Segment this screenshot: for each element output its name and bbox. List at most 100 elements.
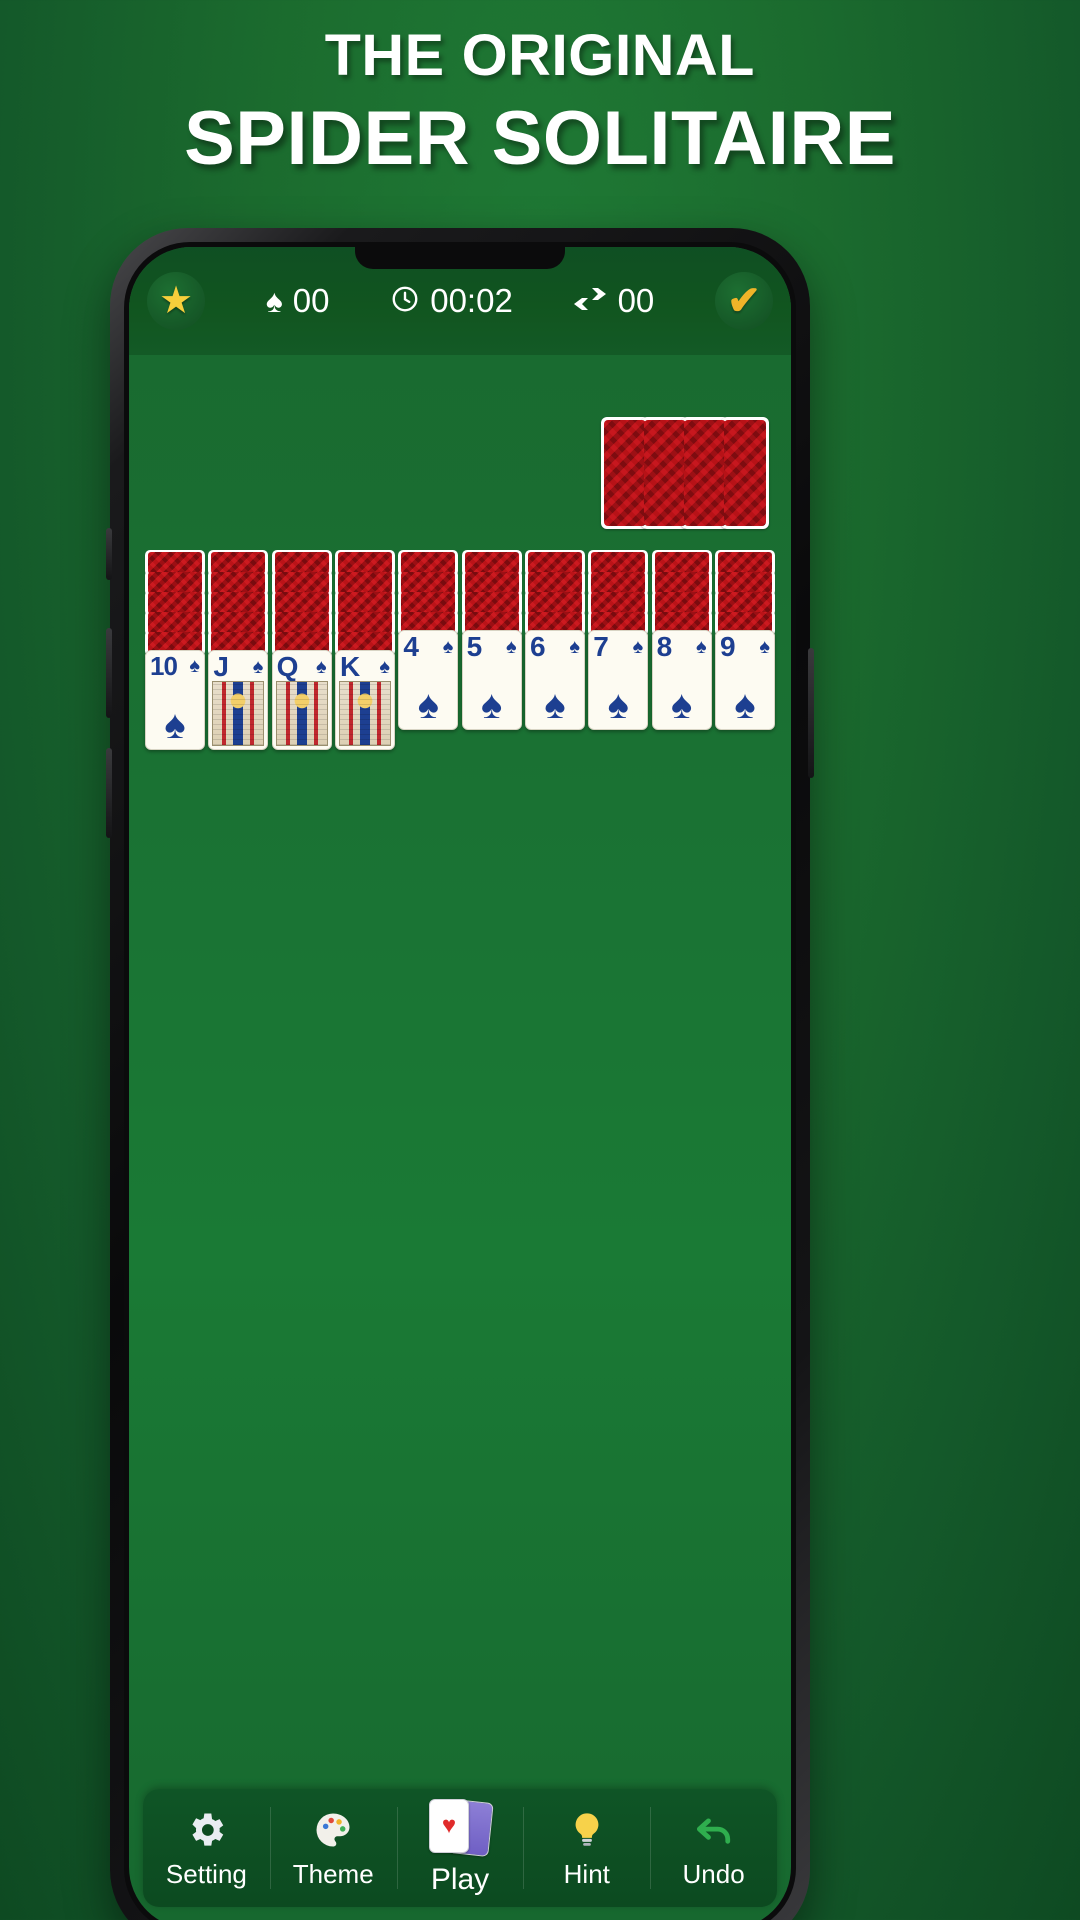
card-back-pattern: [274, 612, 329, 634]
phone-power-button: [808, 648, 814, 778]
phone-bezel: ★ ♠ 00 00:02 00 ✔ 10 ♠ ♠ J ♠ Q ♠ K ♠ 4 ♠…: [124, 242, 796, 1920]
card-back-pattern: [148, 592, 202, 614]
nav-item-label: Undo: [682, 1858, 745, 1889]
card-rank: K: [339, 651, 360, 682]
card-back-pattern: [717, 572, 772, 594]
card-back-pattern: [717, 592, 772, 614]
spade-icon: ♠: [569, 636, 580, 658]
stock-pile[interactable]: [601, 417, 769, 529]
card-back-pattern: [211, 552, 266, 574]
card-back-pattern: [401, 592, 456, 614]
tableau-column[interactable]: 8 ♠ ♠: [651, 550, 712, 730]
card-rank: 9: [719, 631, 736, 662]
card-back-pattern: [654, 592, 709, 614]
card-rank: Q: [276, 651, 299, 682]
tableau-column[interactable]: Q ♠: [271, 550, 332, 750]
card-back-pattern: [274, 592, 329, 614]
tableau-column[interactable]: 6 ♠ ♠: [524, 550, 585, 730]
tableau-column[interactable]: 7 ♠ ♠: [588, 550, 649, 730]
card-back-pattern: [337, 612, 392, 634]
nav-item-play[interactable]: ♥ Play: [396, 1789, 524, 1907]
timer-value: 00:02: [430, 282, 513, 319]
card-corner: 9 ♠: [716, 631, 774, 661]
spade-icon: ♠: [189, 655, 200, 677]
promo-header: THE ORIGINAL SPIDER SOLITAIRE: [0, 0, 1080, 200]
stock-card-back[interactable]: [641, 417, 689, 529]
card-rank: 10: [150, 651, 178, 681]
card-back-pattern: [401, 552, 456, 574]
faceup-card[interactable]: 8 ♠ ♠: [651, 630, 712, 730]
tableau-column[interactable]: J ♠: [208, 550, 269, 750]
card-back-pattern: [717, 552, 772, 574]
card-back-pattern: [591, 592, 646, 614]
palette-icon: [310, 1807, 356, 1853]
card-center-suit: ♠: [481, 683, 503, 727]
game-board: 10 ♠ ♠ J ♠ Q ♠ K ♠ 4 ♠ ♠ 5 ♠ ♠ 6 ♠ ♠ 7 ♠ ♠ 8 ♠ ♠ 9 ♠ ♠: [129, 355, 791, 1920]
star-button[interactable]: ★: [147, 272, 205, 330]
card-back-pattern: [591, 552, 646, 574]
stock-card-back[interactable]: [601, 417, 649, 529]
card-back-pattern: [401, 572, 456, 594]
card-back-pattern: [464, 572, 519, 594]
tableau: 10 ♠ ♠ J ♠ Q ♠ K ♠ 4 ♠ ♠ 5 ♠ ♠ 6 ♠ ♠ 7 ♠ ♠ 8 ♠ ♠ 9 ♠ ♠: [145, 550, 775, 750]
phone-mute-switch: [106, 528, 112, 580]
card-center-suit: ♠: [734, 683, 756, 727]
card-back-pattern: [148, 612, 202, 634]
undo-arrow-icon: [691, 1807, 737, 1853]
faceup-card[interactable]: J ♠: [208, 650, 269, 750]
faceup-card[interactable]: 10 ♠ ♠: [145, 650, 205, 750]
nav-item-setting[interactable]: Setting: [143, 1789, 270, 1907]
spade-icon: ♠: [442, 636, 454, 658]
faceup-card[interactable]: 6 ♠ ♠: [524, 630, 585, 730]
card-back-pattern: [148, 552, 202, 574]
spade-icon: ♠: [252, 656, 264, 678]
card-rank: 7: [593, 631, 609, 662]
card-back-pattern: [644, 420, 686, 526]
nav-item-label: Play: [430, 1863, 490, 1896]
card-center-suit: ♠: [671, 683, 693, 727]
card-corner: K ♠: [336, 651, 394, 681]
tableau-column[interactable]: 4 ♠ ♠: [398, 550, 459, 730]
gear-icon: [183, 1807, 229, 1853]
card-back-pattern: [211, 592, 266, 614]
tableau-column[interactable]: 5 ♠ ♠: [461, 550, 522, 730]
card-back-pattern: [654, 572, 709, 594]
bottom-navigation-bar: Setting Theme ♥ Play Hint Undo: [143, 1789, 777, 1907]
faceup-card[interactable]: 4 ♠ ♠: [398, 630, 459, 730]
card-back-pattern: [211, 612, 266, 634]
faceup-card[interactable]: Q ♠: [271, 650, 332, 750]
faceup-card[interactable]: 7 ♠ ♠: [588, 630, 649, 730]
moves-counter: 00: [573, 282, 654, 320]
tableau-column[interactable]: 10 ♠ ♠: [145, 550, 205, 750]
nav-item-undo[interactable]: Undo: [650, 1789, 777, 1907]
tableau-column[interactable]: 9 ♠ ♠: [714, 550, 775, 730]
card-rank: 5: [466, 631, 483, 662]
stock-card-back[interactable]: [681, 417, 729, 529]
card-rank: 8: [656, 631, 673, 662]
faceup-card[interactable]: 9 ♠ ♠: [714, 630, 775, 730]
nav-item-hint[interactable]: Hint: [523, 1789, 650, 1907]
card-back-pattern: [527, 552, 582, 574]
tableau-column[interactable]: K ♠: [334, 550, 395, 750]
nav-item-theme[interactable]: Theme: [269, 1789, 397, 1907]
card-corner: 8 ♠: [653, 631, 711, 661]
card-back-pattern: [591, 572, 646, 594]
stock-card-back[interactable]: [721, 417, 769, 529]
nav-item-label: Setting: [165, 1858, 247, 1889]
clock-icon: [390, 284, 420, 319]
phone-notch: [355, 247, 565, 269]
faceup-card[interactable]: K ♠: [334, 650, 395, 750]
promo-title-line2: SPIDER SOLITAIRE: [184, 96, 896, 181]
card-corner: 5 ♠: [463, 631, 521, 661]
card-corner: 4 ♠: [399, 631, 457, 661]
play-card-front: ♥: [428, 1799, 469, 1853]
faceup-card[interactable]: 5 ♠ ♠: [461, 630, 522, 730]
lightbulb-icon: [564, 1807, 610, 1853]
cards-icon: ♥: [428, 1799, 494, 1857]
court-figure: [276, 682, 327, 745]
court-card-art: [338, 681, 391, 746]
card-back-pattern: [274, 552, 329, 574]
confirm-button[interactable]: ✔: [715, 272, 774, 330]
swap-arrows-icon: [573, 285, 608, 318]
timer: 00:02: [390, 282, 513, 320]
